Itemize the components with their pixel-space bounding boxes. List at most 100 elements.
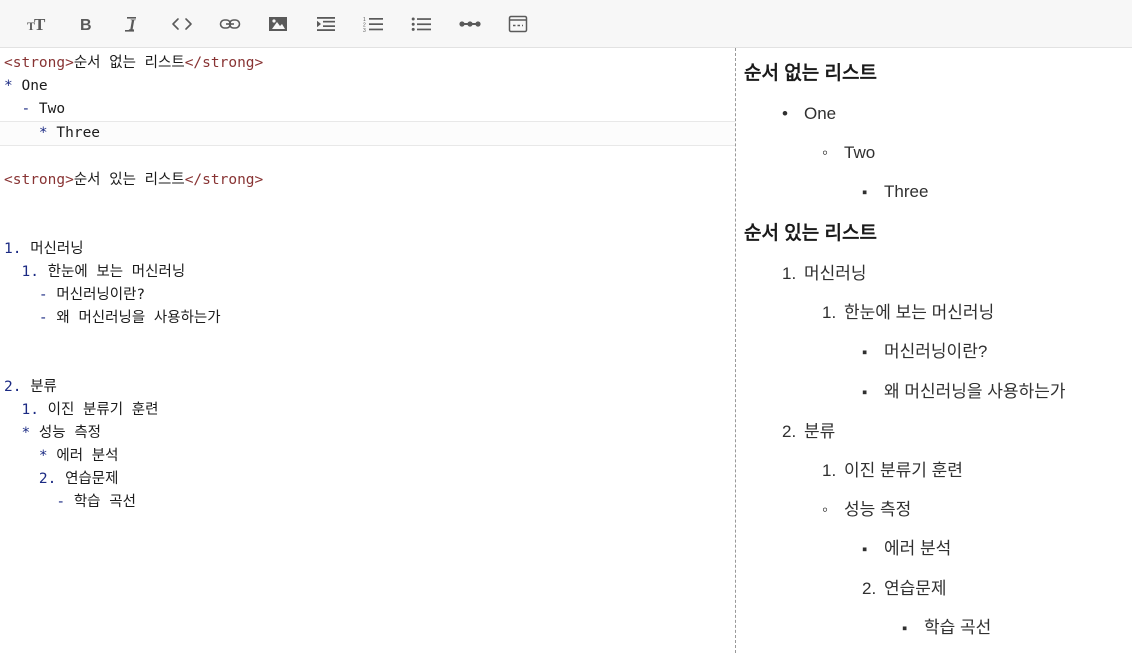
preview-list-item: 2. 분류	[744, 412, 1122, 451]
editor-token-text	[4, 195, 13, 211]
editor-preview-split: <strong>순서 없는 리스트</strong> * One - Two * …	[0, 48, 1132, 653]
bold-icon: B	[76, 14, 96, 34]
italic-button[interactable]: I	[110, 4, 158, 44]
horizontal-rule-icon	[458, 14, 482, 34]
editor-line[interactable]: - 학습 곡선	[0, 491, 735, 514]
editor-line[interactable]: - 머신러닝이란?	[0, 284, 735, 307]
image-icon	[267, 14, 289, 34]
preview-heading-ordered: 순서 있는 리스트	[744, 223, 877, 244]
unordered-list-button[interactable]	[398, 4, 446, 44]
editor-token-text: Three	[47, 125, 101, 141]
preview-list-item-text: 한눈에 보는 머신러닝	[844, 303, 995, 322]
editor-token-marker: *	[4, 125, 48, 141]
editor-token-tag: <strong>	[4, 172, 74, 188]
ordered-list-icon: 123	[363, 14, 385, 34]
preview-list-item: One	[744, 94, 1122, 133]
preview-list-item-text: 머신러닝	[804, 264, 867, 283]
editor-token-text: 연습문제	[56, 471, 119, 487]
editor-line[interactable]	[0, 353, 735, 376]
editor-token-marker: 1.	[4, 241, 22, 257]
editor-token-marker: 2.	[4, 379, 22, 395]
editor-line[interactable]: 2. 분류	[0, 376, 735, 399]
list-marker-square-icon	[862, 372, 884, 412]
editor-line[interactable]: * 에러 분석	[0, 445, 735, 468]
blockquote-icon	[315, 14, 337, 34]
editor-line[interactable]: <strong>순서 없는 리스트</strong>	[0, 52, 735, 75]
preview-list-item: 2. 연습문제	[744, 569, 1122, 608]
list-marker-square-icon	[862, 172, 884, 212]
editor-token-marker: *	[4, 78, 13, 94]
editor-line-active[interactable]: * Three	[0, 121, 735, 146]
preview-list-item: 1. 이진 분류기 훈련	[744, 451, 1122, 490]
editor-token-text: 순서 있는 리스트	[73, 172, 185, 188]
preview-list-item-text: 머신러닝이란?	[884, 342, 988, 361]
editor-token-text: 성능 측정	[30, 425, 102, 441]
editor-line[interactable]: - Two	[0, 98, 735, 121]
editor-token-text: 학습 곡선	[65, 494, 136, 510]
svg-text:T: T	[34, 15, 46, 34]
editor-line[interactable]	[0, 215, 735, 238]
list-marker-num-icon: 2.	[862, 579, 877, 598]
page-break-icon	[507, 14, 529, 34]
editor-line[interactable]: <strong>순서 있는 리스트</strong>	[0, 169, 735, 192]
blockquote-button[interactable]	[302, 4, 350, 44]
link-button[interactable]	[206, 4, 254, 44]
editor-line[interactable]	[0, 330, 735, 353]
editor-token-marker: 1.	[4, 402, 39, 418]
svg-text:B: B	[80, 17, 92, 34]
ordered-list-button[interactable]: 123	[350, 4, 398, 44]
editor-token-text	[4, 333, 13, 349]
text-size-icon: TT	[27, 14, 49, 34]
editor-line[interactable]: 1. 이진 분류기 훈련	[0, 399, 735, 422]
list-marker-num-icon: 1.	[822, 461, 837, 480]
editor-token-marker: -	[4, 310, 48, 326]
editor-line[interactable]: * 성능 측정	[0, 422, 735, 445]
editor-line[interactable]: 1. 머신러닝	[0, 238, 735, 261]
list-marker-square-icon	[862, 332, 884, 372]
list-marker-disc-icon	[782, 94, 804, 133]
editor-line[interactable]: * One	[0, 75, 735, 98]
editor-token-tag: <strong>	[4, 55, 74, 71]
list-marker-num-icon: 2.	[782, 422, 797, 441]
image-button[interactable]	[254, 4, 302, 44]
editor-token-marker: 2.	[4, 471, 57, 487]
preview-list-item-text: 에러 분석	[884, 539, 952, 558]
page-break-button[interactable]	[494, 4, 542, 44]
list-marker-num-icon: 1.	[782, 264, 797, 283]
preview-list-item-text: 분류	[804, 422, 836, 441]
editor-line[interactable]: - 왜 머신러닝을 사용하는가	[0, 307, 735, 330]
editor-line[interactable]	[0, 146, 735, 169]
editor-line[interactable]: 1. 한눈에 보는 머신러닝	[0, 261, 735, 284]
svg-text:3: 3	[363, 28, 366, 34]
preview-list-item: 에러 분석	[744, 529, 1122, 569]
list-marker-square-icon	[902, 608, 924, 648]
preview-list-item: Three	[744, 172, 1122, 212]
link-icon	[219, 14, 241, 34]
preview-list-item: 머신러닝이란?	[744, 332, 1122, 372]
preview-list-item: Two	[744, 133, 1122, 172]
list-marker-num-icon: 1.	[822, 303, 837, 322]
editor-token-marker: -	[4, 494, 66, 510]
preview-list-item: 왜 머신러닝을 사용하는가	[744, 372, 1122, 412]
editor-token-text: 순서 없는 리스트	[73, 55, 185, 71]
editor-token-text: 에러 분석	[47, 448, 119, 464]
editor-token-text	[4, 149, 13, 165]
preview-heading-unordered: 순서 없는 리스트	[744, 63, 877, 84]
editor-line[interactable]: 2. 연습문제	[0, 468, 735, 491]
code-button[interactable]	[158, 4, 206, 44]
bold-button[interactable]: B	[62, 4, 110, 44]
editor-token-text	[4, 218, 13, 234]
preview-list-item: 성능 측정	[744, 490, 1122, 529]
preview-ordered-list: 1. 머신러닝 1. 한눈에 보는 머신러닝머신러닝이란? 왜 머신러닝을 사용하는가 2…	[744, 254, 1122, 648]
text-size-button[interactable]: TT	[14, 4, 62, 44]
horizontal-rule-button[interactable]	[446, 4, 494, 44]
editor-token-text: 분류	[21, 379, 57, 395]
editor-line[interactable]	[0, 192, 735, 215]
editor-token-marker: -	[4, 101, 31, 117]
markdown-editor-app: TT B I 123 <strong>순서 없는 리스트</strong> * One …	[0, 0, 1132, 653]
markdown-source-editor[interactable]: <strong>순서 없는 리스트</strong> * One - Two * …	[0, 48, 735, 653]
preview-list-item: 1. 머신러닝	[744, 254, 1122, 293]
preview-list-item: 1. 한눈에 보는 머신러닝	[744, 293, 1122, 332]
editor-token-text: 왜 머신러닝을 사용하는가	[47, 310, 221, 326]
editor-token-marker: *	[4, 425, 31, 441]
